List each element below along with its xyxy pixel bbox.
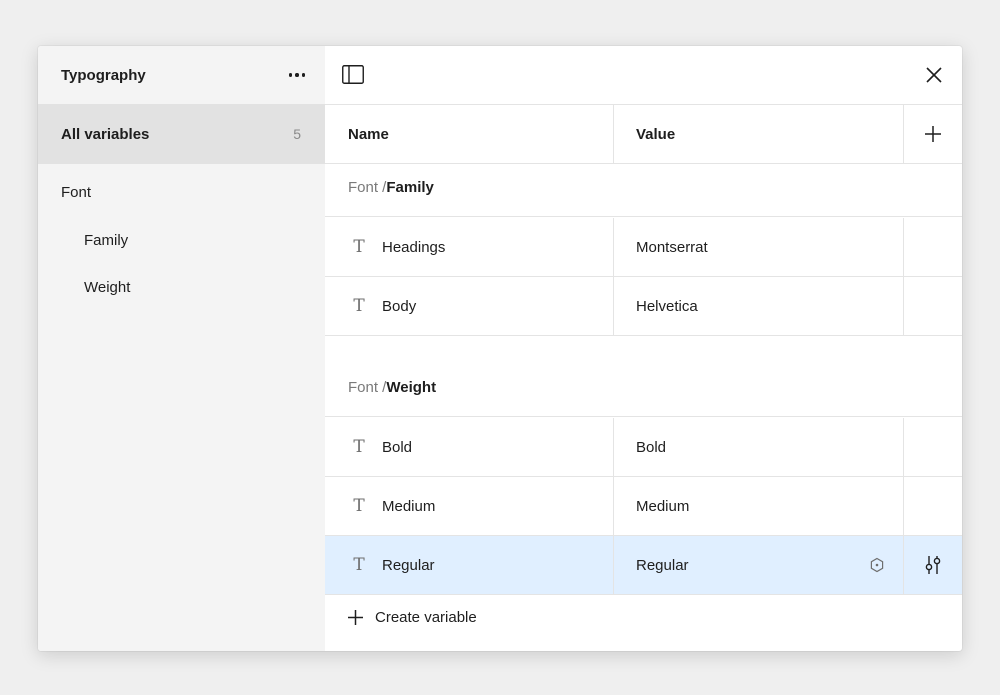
text-type-icon: T	[353, 437, 365, 457]
row-action	[904, 477, 962, 535]
table-row[interactable]: T Medium Medium	[325, 477, 962, 536]
toolbar	[325, 46, 962, 105]
text-type-icon: T	[353, 496, 365, 516]
sidebar-item-all-variables[interactable]: All variables 5	[38, 104, 325, 164]
add-mode-button[interactable]	[904, 105, 962, 163]
edit-variable-button[interactable]	[904, 536, 962, 594]
create-variable-label: Create variable	[375, 609, 477, 626]
group-header-family: Font / Family	[325, 164, 962, 217]
variable-count: 5	[293, 126, 301, 142]
table-header: Name Value	[325, 105, 962, 164]
group-name: Weight	[386, 379, 437, 396]
variable-value[interactable]: Helvetica	[636, 298, 698, 315]
column-header-name: Name	[325, 105, 614, 163]
variable-name[interactable]: Bold	[382, 439, 412, 456]
more-options-icon[interactable]	[285, 69, 310, 81]
variable-value[interactable]: Montserrat	[636, 239, 708, 256]
group-name: Family	[386, 179, 434, 196]
plus-icon	[348, 610, 363, 625]
table-row[interactable]: T Headings Montserrat	[325, 218, 962, 277]
table-row[interactable]: T Bold Bold	[325, 418, 962, 477]
create-variable-button[interactable]: Create variable	[347, 609, 477, 626]
table-row-selected[interactable]: T Regular Regular	[325, 536, 962, 595]
variable-value[interactable]: Bold	[636, 439, 666, 456]
group-header-weight: Font / Weight	[325, 336, 962, 417]
group-path: Font /	[348, 379, 387, 396]
variables-table: Name Value Font / Family T Headings Monts…	[325, 46, 962, 651]
text-type-icon: T	[353, 296, 365, 316]
group-path: Font /	[348, 179, 387, 196]
variables-modal: Typography All variables 5 Font Family W…	[38, 46, 962, 651]
variable-name[interactable]: Regular	[382, 557, 435, 574]
sidebar-item-label: All variables	[61, 125, 150, 143]
adjust-sliders-icon	[925, 556, 941, 574]
row-action	[904, 418, 962, 476]
sidebar-item-family[interactable]: Family	[84, 232, 128, 249]
variable-name[interactable]: Body	[382, 298, 416, 315]
sidebar-toggle-icon[interactable]	[342, 65, 364, 84]
variable-name[interactable]: Medium	[382, 498, 435, 515]
text-type-icon: T	[353, 237, 365, 257]
hexagon-variable-icon[interactable]	[869, 557, 885, 573]
sidebar-item-weight[interactable]: Weight	[84, 279, 130, 296]
sidebar-header: Typography	[38, 46, 325, 104]
row-action	[904, 218, 962, 276]
row-action	[904, 277, 962, 335]
variable-value[interactable]: Regular	[636, 557, 689, 574]
plus-icon	[925, 126, 941, 142]
collection-title: Typography	[61, 66, 146, 84]
variable-value[interactable]: Medium	[636, 498, 689, 515]
sidebar-group-font[interactable]: Font	[38, 184, 91, 201]
text-type-icon: T	[353, 555, 365, 575]
column-header-value: Value	[614, 105, 904, 163]
close-icon[interactable]	[924, 65, 944, 85]
table-row[interactable]: T Body Helvetica	[325, 277, 962, 336]
sidebar: Typography All variables 5 Font Family W…	[38, 46, 325, 651]
variable-name[interactable]: Headings	[382, 239, 445, 256]
